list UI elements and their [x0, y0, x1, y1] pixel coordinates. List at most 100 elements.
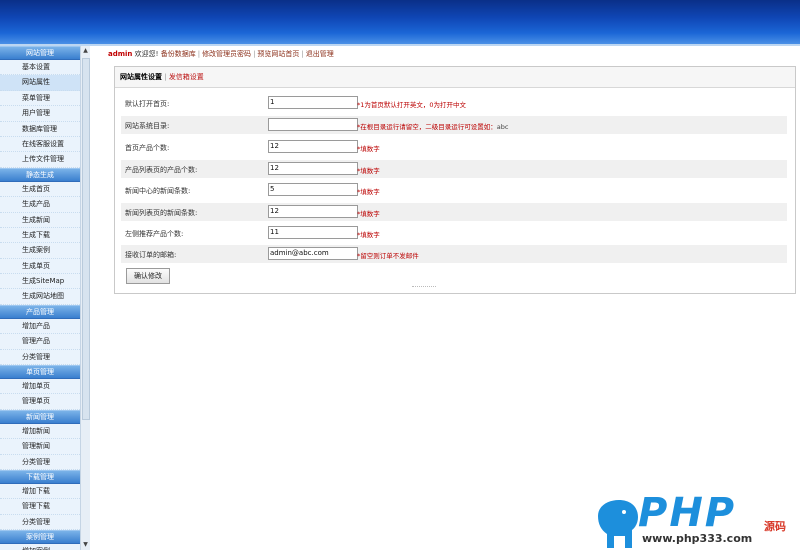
form-hint: *填数字 — [357, 208, 380, 218]
watermark-logo: PHP 源码 www.php333.com — [592, 490, 800, 550]
settings-panel: 网站属性设置 | 发信箱设置 默认打开首页: 1 *1为首页默认打开英文，0为打开中… — [114, 66, 796, 294]
form-row: 默认打开首页: 1 *1为首页默认打开英文，0为打开中文 — [121, 94, 787, 112]
form-input[interactable] — [268, 118, 358, 131]
form-row: 新闻中心的新闻条数: 5 *填数字 — [121, 181, 787, 199]
form-hint-text: *在根目录运行请留空，二级目录运行可设置如： — [357, 123, 497, 131]
form-hint-example: abc — [496, 123, 509, 131]
scroll-up-icon[interactable]: ▲ — [81, 46, 90, 56]
sidebar-scrollbar[interactable]: ▲ ▼ — [80, 46, 90, 550]
top-banner — [0, 0, 800, 44]
form-label: 产品列表页的产品个数: — [125, 166, 198, 174]
sidebar-section-header[interactable]: 下载管理 — [0, 469, 80, 484]
confirm-button[interactable]: 确认修改 — [126, 268, 170, 284]
sidebar-item[interactable]: 增加下载 — [0, 484, 80, 500]
form-label: 默认打开首页: — [125, 100, 170, 108]
form-input[interactable]: 12 — [268, 140, 358, 153]
admin-username: admin — [108, 50, 133, 58]
welcome-text: 欢迎您! — [134, 50, 159, 58]
form-hint-text: *留空则订单不发邮件 — [357, 252, 419, 260]
form-input[interactable]: admin@abc.com — [268, 247, 358, 260]
form-input[interactable]: 1 — [268, 96, 358, 109]
form-hint: *1为首页默认打开英文，0为打开中文 — [357, 99, 466, 109]
sidebar-item[interactable]: 用户管理 — [0, 106, 80, 122]
form-row: 网站系统目录: *在根目录运行请留空，二级目录运行可设置如：abc — [121, 116, 787, 134]
form-input[interactable]: 5 — [268, 183, 358, 196]
sidebar-item[interactable]: 生成案例 — [0, 243, 80, 259]
sidebar-section-header[interactable]: 静态生成 — [0, 167, 80, 182]
sidebar-item[interactable]: 管理下载 — [0, 499, 80, 515]
sidebar-item[interactable]: 上传文件管理 — [0, 152, 80, 168]
sidebar-item[interactable]: 增加案例 — [0, 544, 80, 550]
watermark-url: www.php333.com — [642, 532, 753, 545]
form-hint-text: *填数字 — [357, 145, 380, 153]
form-hint-text: *1为首页默认打开英文，0为打开中文 — [357, 101, 467, 109]
backup-db-link[interactable]: 备份数据库 — [161, 50, 196, 58]
form-hint: *填数字 — [357, 229, 380, 239]
tab-site-properties[interactable]: 网站属性设置 — [120, 73, 162, 81]
sidebar-item[interactable]: 生成新闻 — [0, 213, 80, 228]
sidebar-item[interactable]: 分类管理 — [0, 515, 80, 531]
sidebar-item[interactable]: 生成单页 — [0, 259, 80, 275]
sidebar-item[interactable]: 数据库管理 — [0, 122, 80, 137]
watermark-brand: PHP — [638, 490, 737, 536]
logout-link[interactable]: 退出管理 — [306, 50, 334, 58]
panel-grip — [412, 286, 436, 288]
sidebar-item[interactable]: 分类管理 — [0, 455, 80, 470]
sidebar-item[interactable]: 生成SiteMap — [0, 274, 80, 290]
sidebar-section-header[interactable]: 案例管理 — [0, 530, 80, 545]
sidebar-item[interactable]: 分类管理 — [0, 350, 80, 366]
form-hint-text: *填数字 — [357, 210, 380, 218]
sidebar-item[interactable]: 增加产品 — [0, 319, 80, 335]
form-row: 首页产品个数: 12 *填数字 — [121, 138, 787, 156]
form-row: 产品列表页的产品个数: 12 *填数字 — [121, 160, 787, 178]
form-label: 首页产品个数: — [125, 144, 170, 152]
form-row: 接收订单的邮箱: admin@abc.com *留空则订单不发邮件 — [121, 245, 787, 263]
sidebar-section-header[interactable]: 新闻管理 — [0, 409, 80, 424]
sidebar-item[interactable]: 菜单管理 — [0, 91, 80, 107]
form-label: 左侧推荐产品个数: — [125, 230, 184, 238]
sidebar-item[interactable]: 管理单页 — [0, 394, 80, 410]
form-hint: *填数字 — [357, 143, 380, 153]
sidebar-item[interactable]: 增加新闻 — [0, 424, 80, 440]
form-hint: *在根目录运行请留空，二级目录运行可设置如：abc — [357, 121, 508, 131]
form-hint-text: *填数字 — [357, 188, 380, 196]
sidebar-item[interactable]: 生成首页 — [0, 182, 80, 198]
sidebar-item[interactable]: 网站属性 — [0, 75, 80, 91]
change-password-link[interactable]: 修改管理员密码 — [202, 50, 251, 58]
sidebar-item[interactable]: 增加单页 — [0, 379, 80, 395]
scroll-thumb[interactable] — [82, 58, 90, 420]
form-label: 网站系统目录: — [125, 122, 170, 130]
banner-divider — [0, 44, 800, 46]
form-label: 新闻中心的新闻条数: — [125, 187, 191, 195]
form-input[interactable]: 12 — [268, 162, 358, 175]
tab-bar: 网站属性设置 | 发信箱设置 — [115, 67, 795, 88]
elephant-icon — [598, 500, 638, 548]
sidebar-item[interactable]: 管理新闻 — [0, 439, 80, 455]
form-label: 新闻列表页的新闻条数: — [125, 209, 198, 217]
form-hint-text: *填数字 — [357, 167, 380, 175]
sidebar-item[interactable]: 生成网站地图 — [0, 289, 80, 305]
sidebar-section-header[interactable]: 网站管理 — [0, 46, 80, 60]
watermark-cn: 源码 — [764, 520, 786, 533]
sidebar-item[interactable]: 生成下载 — [0, 228, 80, 244]
sidebar-item[interactable]: 生成产品 — [0, 197, 80, 213]
form-row: 新闻列表页的新闻条数: 12 *填数字 — [121, 203, 787, 221]
form-hint: *留空则订单不发邮件 — [357, 250, 419, 260]
form-hint: *填数字 — [357, 165, 380, 175]
scroll-down-icon[interactable]: ▼ — [81, 540, 90, 550]
form-row: 左侧推荐产品个数: 11 *填数字 — [121, 224, 787, 242]
form-hint: *填数字 — [357, 186, 380, 196]
sidebar-section-header[interactable]: 单页管理 — [0, 365, 80, 380]
form-input[interactable]: 12 — [268, 205, 358, 218]
form-label: 接收订单的邮箱: — [125, 251, 177, 259]
form-input[interactable]: 11 — [268, 226, 358, 239]
top-links: admin 欢迎您! 备份数据库 | 修改管理员密码 | 预览网站首页 | 退出管理 — [108, 50, 334, 58]
preview-home-link[interactable]: 预览网站首页 — [257, 50, 299, 58]
tab-mail-settings[interactable]: 发信箱设置 — [169, 73, 204, 81]
sidebar-section-header[interactable]: 产品管理 — [0, 304, 80, 319]
form-hint-text: *填数字 — [357, 231, 380, 239]
sidebar-item[interactable]: 管理产品 — [0, 334, 80, 350]
sidebar-item[interactable]: 在线客服设置 — [0, 137, 80, 153]
sidebar: 网站管理 基本设置 网站属性 菜单管理 用户管理 数据库管理 在线客服设置 上传文件管理 静态生… — [0, 46, 80, 550]
sidebar-item[interactable]: 基本设置 — [0, 60, 80, 76]
